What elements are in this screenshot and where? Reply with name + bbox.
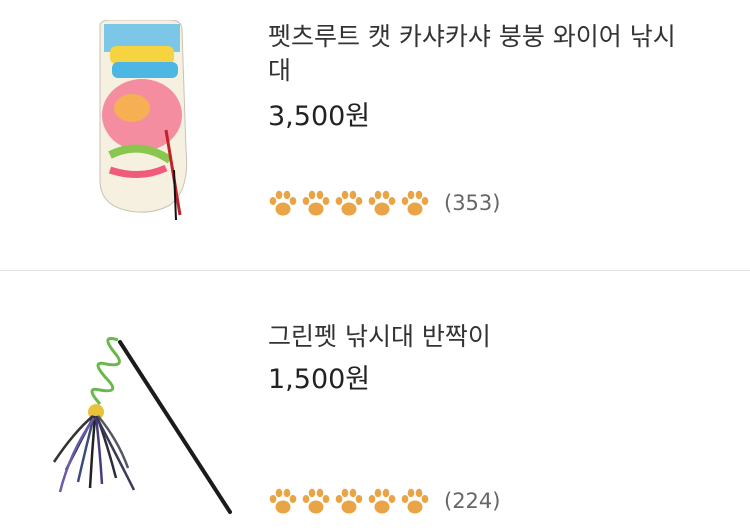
paw-icon (401, 488, 429, 513)
paw-icon (335, 190, 363, 215)
product-price: 1,500원 (268, 364, 371, 395)
paw-icon (368, 190, 396, 215)
product-rating: (224) (268, 486, 500, 516)
product-image[interactable] (70, 20, 210, 220)
rating-paws (268, 488, 430, 515)
paw-icon (269, 488, 297, 513)
product-title[interactable]: 펫츠루트 캣 카샤카샤 붕붕 와이어 낚시대 (268, 20, 698, 88)
product-list-item[interactable]: 그린펫 낚시대 반짝이 1,500원 (224) (0, 272, 750, 531)
review-count: (353) (444, 191, 501, 215)
product-rating: (353) (268, 188, 500, 218)
paw-icon (368, 488, 396, 513)
paw-icon (335, 488, 363, 513)
paw-icon (401, 190, 429, 215)
review-count: (224) (444, 489, 501, 513)
paw-icon (302, 488, 330, 513)
paw-icon (302, 190, 330, 215)
rating-paws (268, 190, 430, 217)
product-list-item[interactable]: 펫츠루트 캣 카샤카샤 붕붕 와이어 낚시대 3,500원 (353) (0, 0, 750, 271)
product-title[interactable]: 그린펫 낚시대 반짝이 (268, 320, 698, 354)
product-image[interactable] (40, 312, 240, 527)
paw-icon (269, 190, 297, 215)
product-price: 3,500원 (268, 101, 371, 132)
